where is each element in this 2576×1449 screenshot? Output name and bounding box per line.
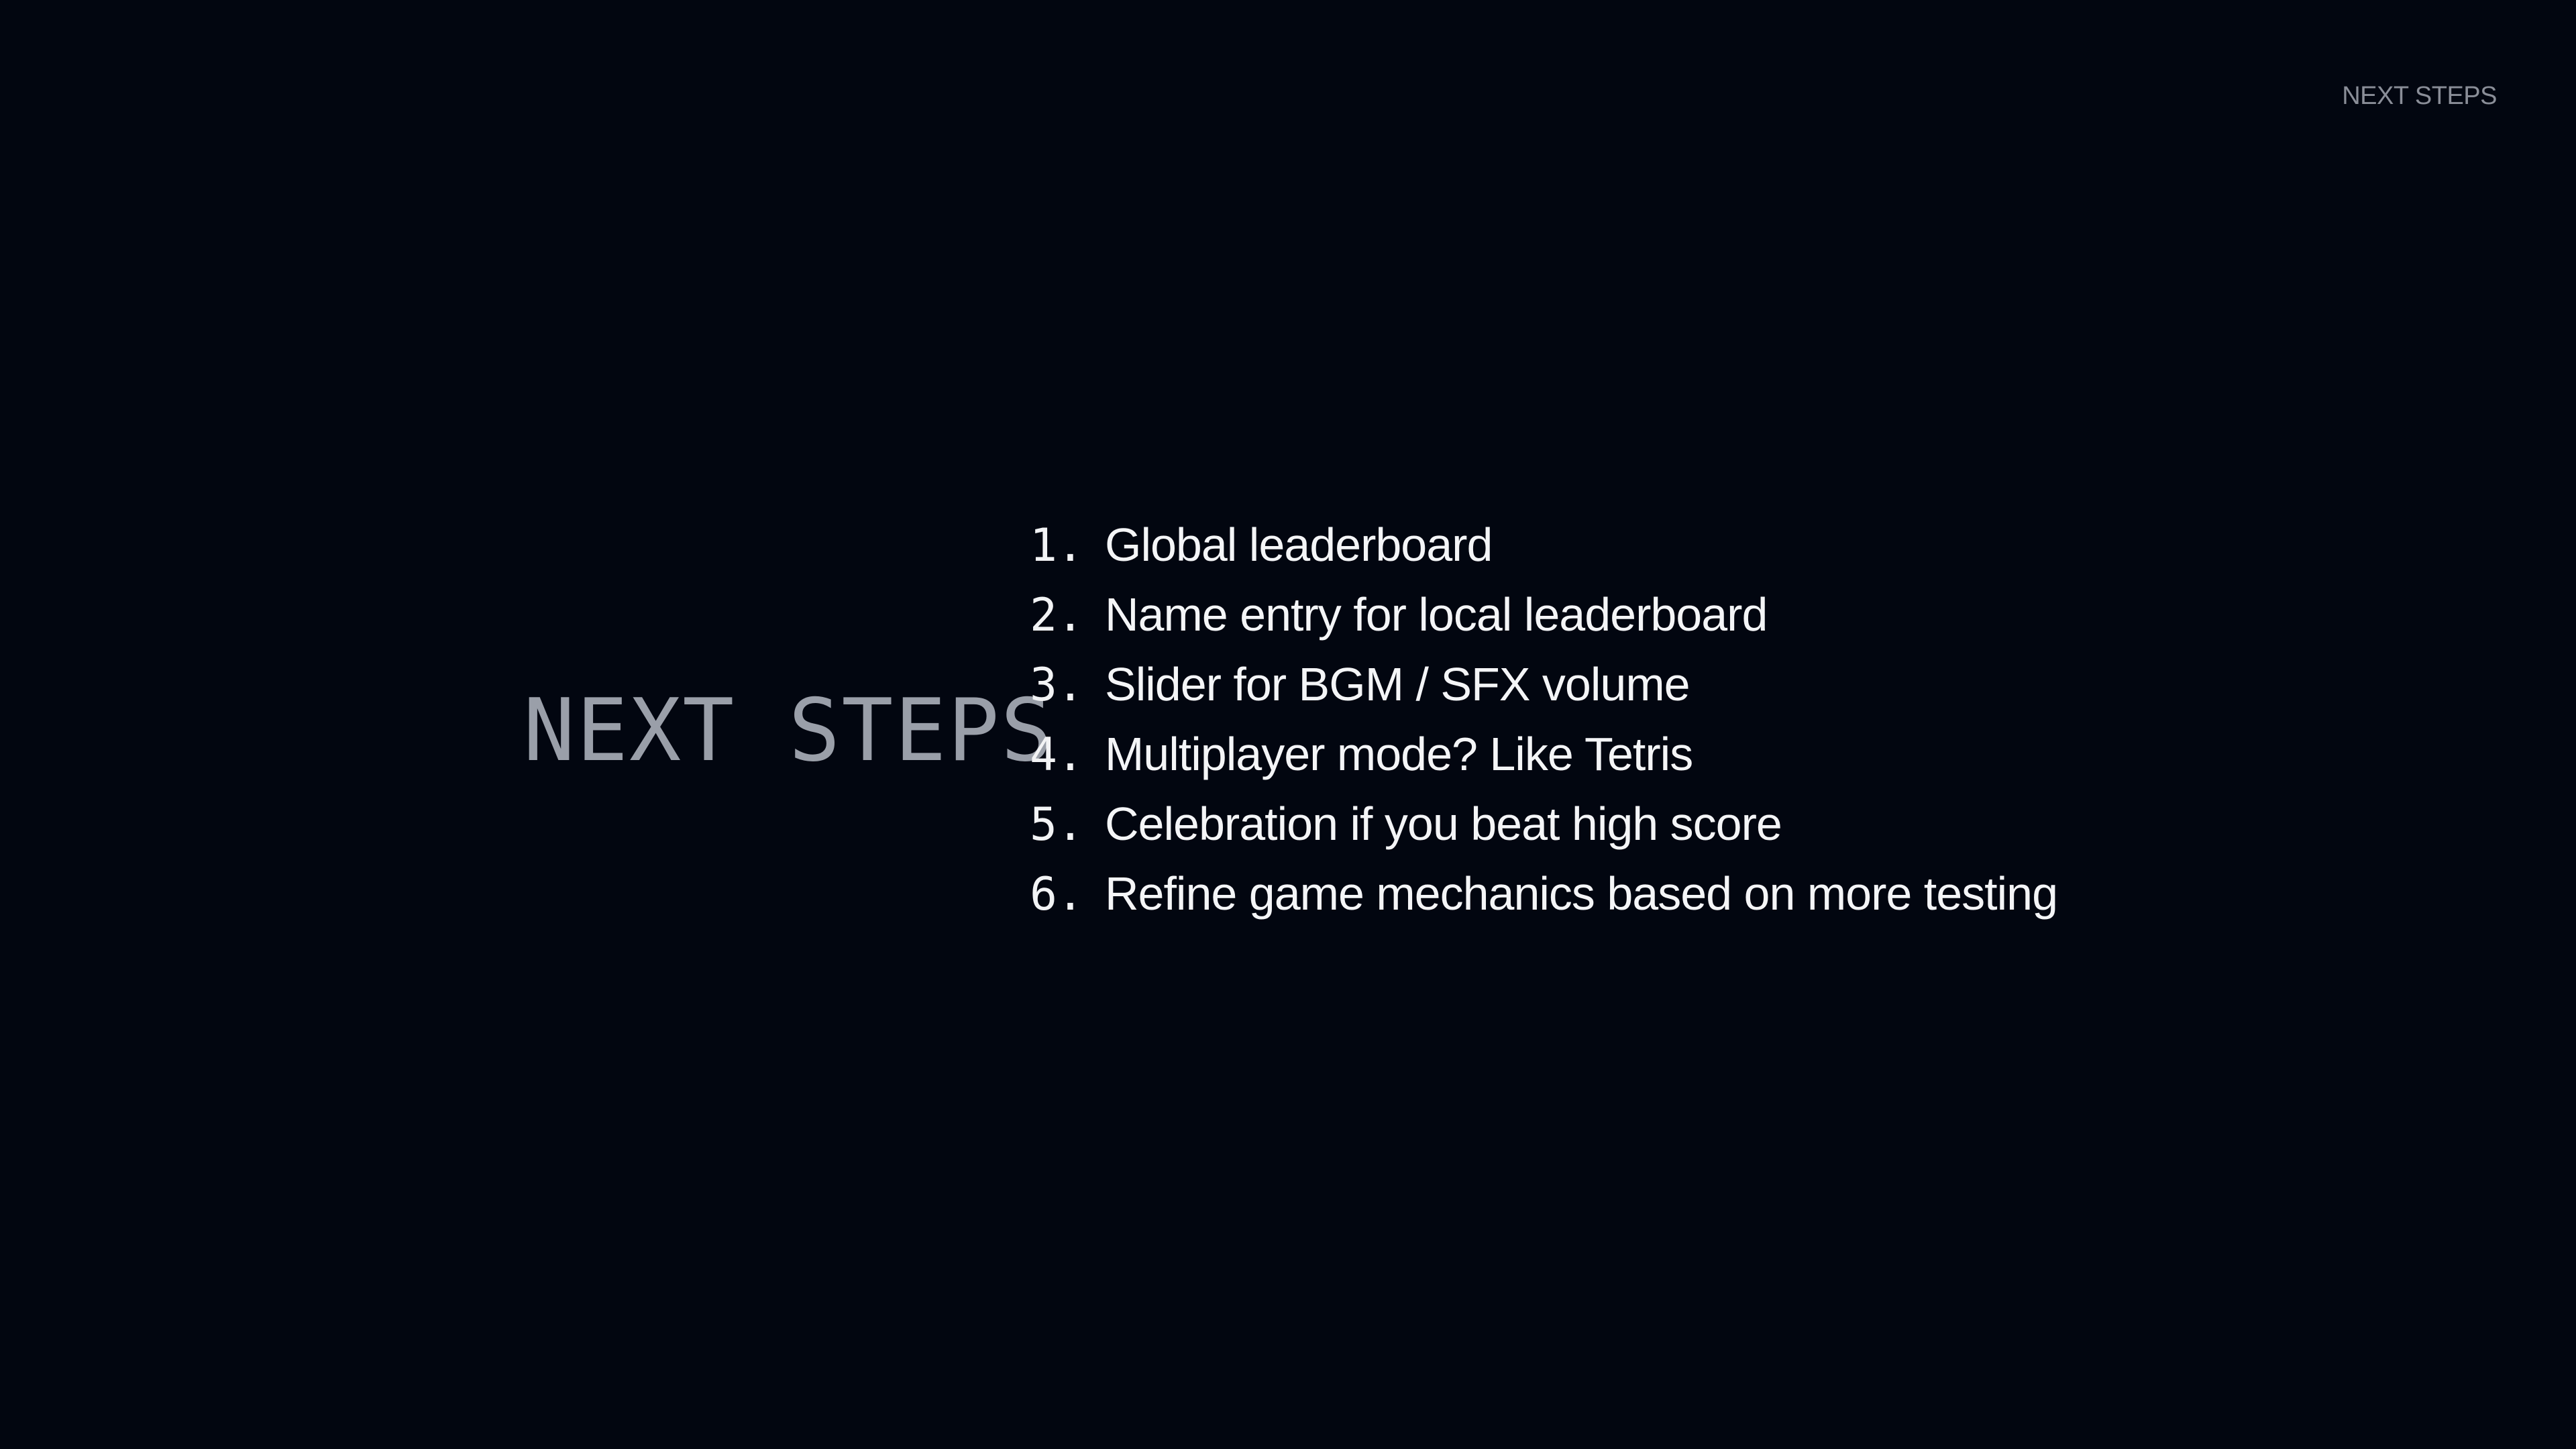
step-number: 6. — [1030, 868, 1084, 921]
list-item: 2. Name entry for local leaderboard — [1030, 588, 2057, 657]
list-item: 1. Global leaderboard — [1030, 518, 2057, 588]
list-item: 3. Slider for BGM / SFX volume — [1030, 657, 2057, 727]
next-steps-list: 1. Global leaderboard 2. Name entry for … — [1030, 518, 2058, 936]
section-header-label: NEXT STEPS — [2342, 82, 2497, 110]
list-item: 5. Celebration if you beat high score — [1030, 797, 2057, 867]
step-number: 4. — [1030, 729, 1084, 782]
step-text: Multiplayer mode? Like Tetris — [1105, 728, 1693, 780]
step-text: Refine game mechanics based on more test… — [1105, 867, 2058, 920]
list-item: 6. Refine game mechanics based on more t… — [1030, 867, 2058, 936]
step-number: 3. — [1030, 659, 1084, 712]
step-text: Celebration if you beat high score — [1105, 798, 1782, 850]
slide-title: NEXT STEPS — [523, 681, 1054, 781]
step-text: Slider for BGM / SFX volume — [1105, 658, 1690, 710]
presentation-slide: NEXT STEPS NEXT STEPS 1. Global leaderbo… — [0, 0, 2576, 1449]
step-number: 1. — [1030, 519, 1084, 572]
list-item: 4. Multiplayer mode? Like Tetris — [1030, 727, 2057, 797]
step-number: 2. — [1030, 589, 1084, 642]
step-text: Name entry for local leaderboard — [1105, 588, 1768, 641]
step-text: Global leaderboard — [1105, 519, 1493, 571]
step-number: 5. — [1030, 798, 1084, 851]
